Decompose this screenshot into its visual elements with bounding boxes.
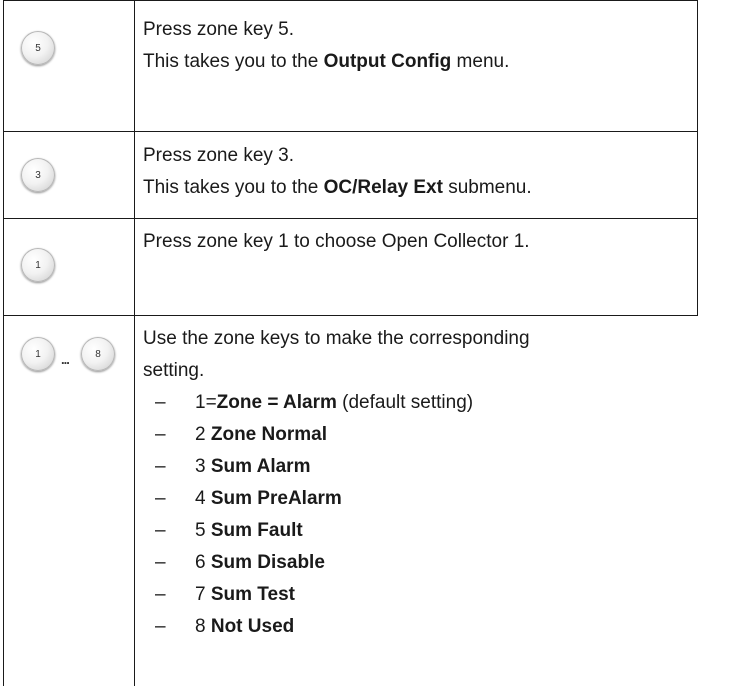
key-cell: 1: [3, 218, 134, 315]
key-cell: 3: [3, 131, 134, 218]
list-item: –5 Sum Fault: [155, 520, 303, 541]
list-item: –4 Sum PreAlarm: [155, 488, 342, 509]
zone-key-5-icon: 5: [21, 31, 55, 65]
table-row: 3 Press zone key 3. This takes you to th…: [3, 131, 698, 218]
instruction-line: Press zone key 1 to choose Open Collecto…: [143, 231, 530, 252]
key-cell: 5: [3, 0, 134, 131]
instruction-text: Press zone key 3. This takes you to the …: [143, 140, 688, 218]
zone-key-3-icon: 3: [21, 158, 55, 192]
instruction-line: Press zone key 3.: [143, 145, 295, 166]
settings-list: –1=Zone = Alarm (default setting) –2 Zon…: [143, 387, 688, 643]
menu-name: Output Config: [323, 51, 452, 72]
key-range-ellipsis: ...: [61, 352, 70, 367]
zone-key-1-icon: 1: [21, 337, 55, 371]
instruction-text: Use the zone keys to make the correspond…: [143, 323, 688, 686]
table-row: 1 ... 8 Use the zone keys to make the co…: [3, 315, 698, 686]
key-cell: 1 ... 8: [3, 315, 134, 686]
instruction-line: Use the zone keys to make the correspond…: [143, 328, 530, 349]
list-item: –7 Sum Test: [155, 584, 295, 605]
submenu-name: OC/Relay Ext: [323, 177, 443, 198]
instruction-line: This takes you to the Output Config menu…: [143, 51, 510, 72]
zone-key-1-icon: 1: [21, 248, 55, 282]
instruction-text: Press zone key 5. This takes you to the …: [143, 14, 688, 131]
list-item: –2 Zone Normal: [155, 424, 327, 445]
instruction-line: setting.: [143, 360, 205, 381]
instruction-table: 5 Press zone key 5. This takes you to th…: [3, 0, 698, 686]
zone-key-8-icon: 8: [81, 337, 115, 371]
list-item: –8 Not Used: [155, 616, 295, 637]
list-item: –6 Sum Disable: [155, 552, 325, 573]
instruction-line: Press zone key 5.: [143, 19, 295, 40]
list-item: –1=Zone = Alarm (default setting): [155, 392, 474, 413]
instruction-line: This takes you to the OC/Relay Ext subme…: [143, 177, 532, 198]
list-item: –3 Sum Alarm: [155, 456, 311, 477]
table-row: 1 Press zone key 1 to choose Open Collec…: [3, 218, 698, 315]
table-row: 5 Press zone key 5. This takes you to th…: [3, 0, 698, 131]
instruction-text: Press zone key 1 to choose Open Collecto…: [143, 226, 688, 315]
